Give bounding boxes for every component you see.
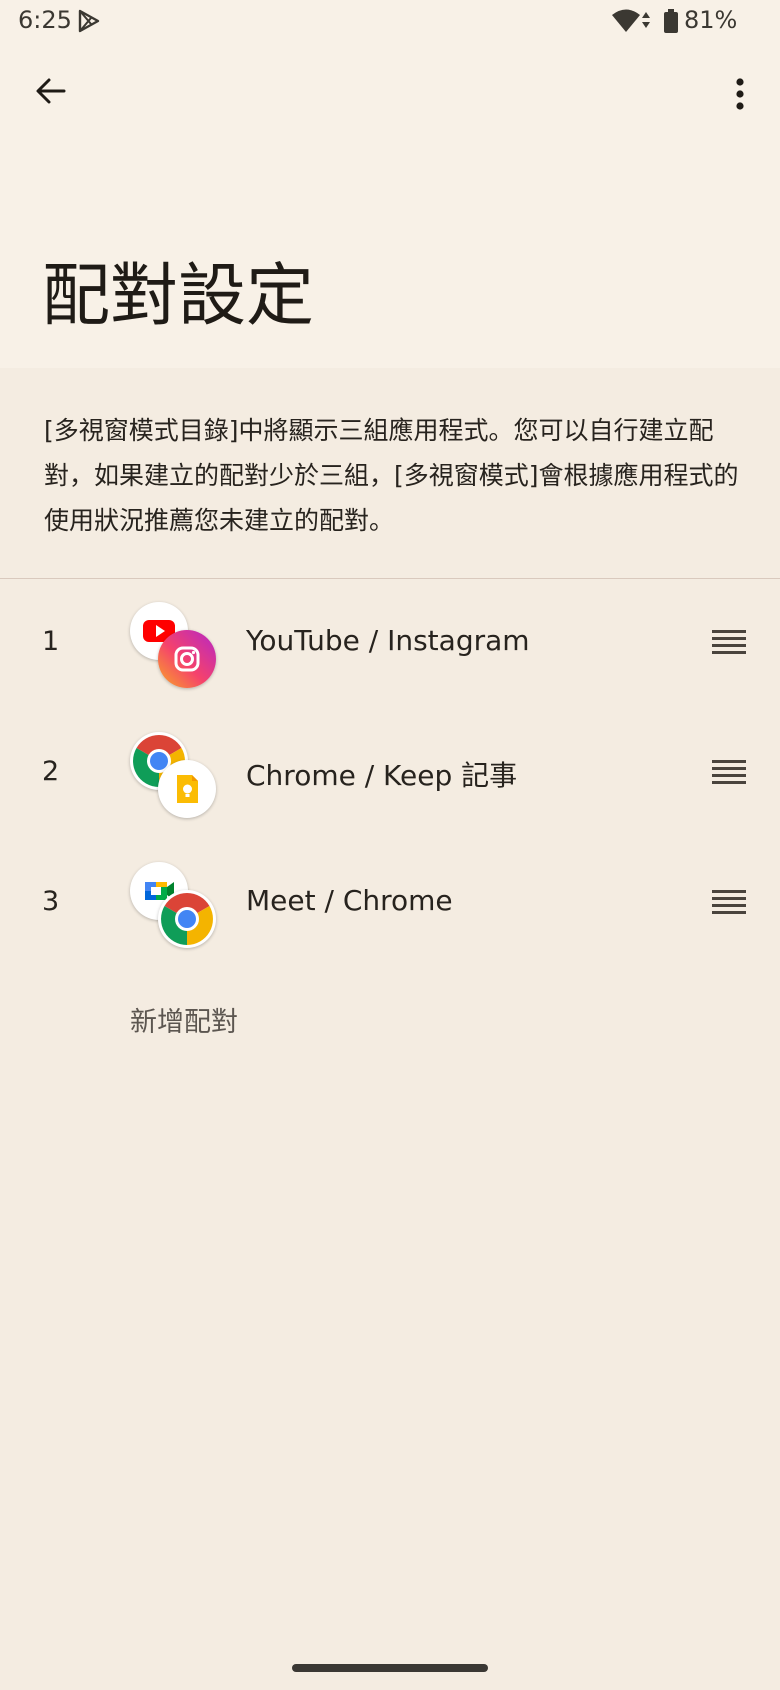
pair-label: YouTube / Instagram [246,624,530,657]
more-vert-icon [736,78,744,110]
pair-app-icons [130,602,220,692]
instagram-icon [158,630,216,688]
back-arrow-icon [36,78,66,104]
pair-label: Chrome / Keep 記事 [246,759,518,792]
drag-handle-icon[interactable] [712,888,746,918]
pair-app-icons [130,862,220,952]
divider [0,578,780,579]
pair-label: Meet / Chrome [246,884,453,917]
back-button[interactable] [28,68,74,114]
battery-icon [664,9,678,37]
description-text: [多視窗模式目錄]中將顯示三組應用程式。您可以自行建立配對，如果建立的配對少於三… [44,416,739,535]
play-store-icon [76,8,102,38]
drag-handle-icon[interactable] [712,758,746,788]
pair-row-2[interactable]: 2 Chrome / Keep 記事 [0,712,780,836]
page-title: 配對設定 [42,257,315,336]
battery-percent: 81% [684,6,738,34]
more-options-button[interactable] [716,70,764,118]
home-gesture-bar[interactable] [292,1664,488,1672]
pairing-settings-screen: 6:25 81% 配對設定 [多視窗模式目錄]中將顯示三組應用程式。您可以自行建… [0,0,780,1690]
status-time: 6:25 [18,6,72,34]
keep-icon [158,760,216,818]
pair-row-3[interactable]: 3 Meet / Chrome [0,842,780,966]
status-bar: 6:25 81% [0,0,780,44]
chrome-icon [158,890,216,948]
pair-row-1[interactable]: 1 YouTube / Instagram [0,582,780,706]
pair-number: 1 [42,626,60,657]
add-pair-button[interactable]: 新增配對 [130,1000,238,1039]
drag-handle-icon[interactable] [712,628,746,658]
pair-number: 3 [42,886,60,917]
pair-app-icons [130,732,220,822]
wifi-icon [610,8,656,38]
pair-number: 2 [42,756,60,787]
